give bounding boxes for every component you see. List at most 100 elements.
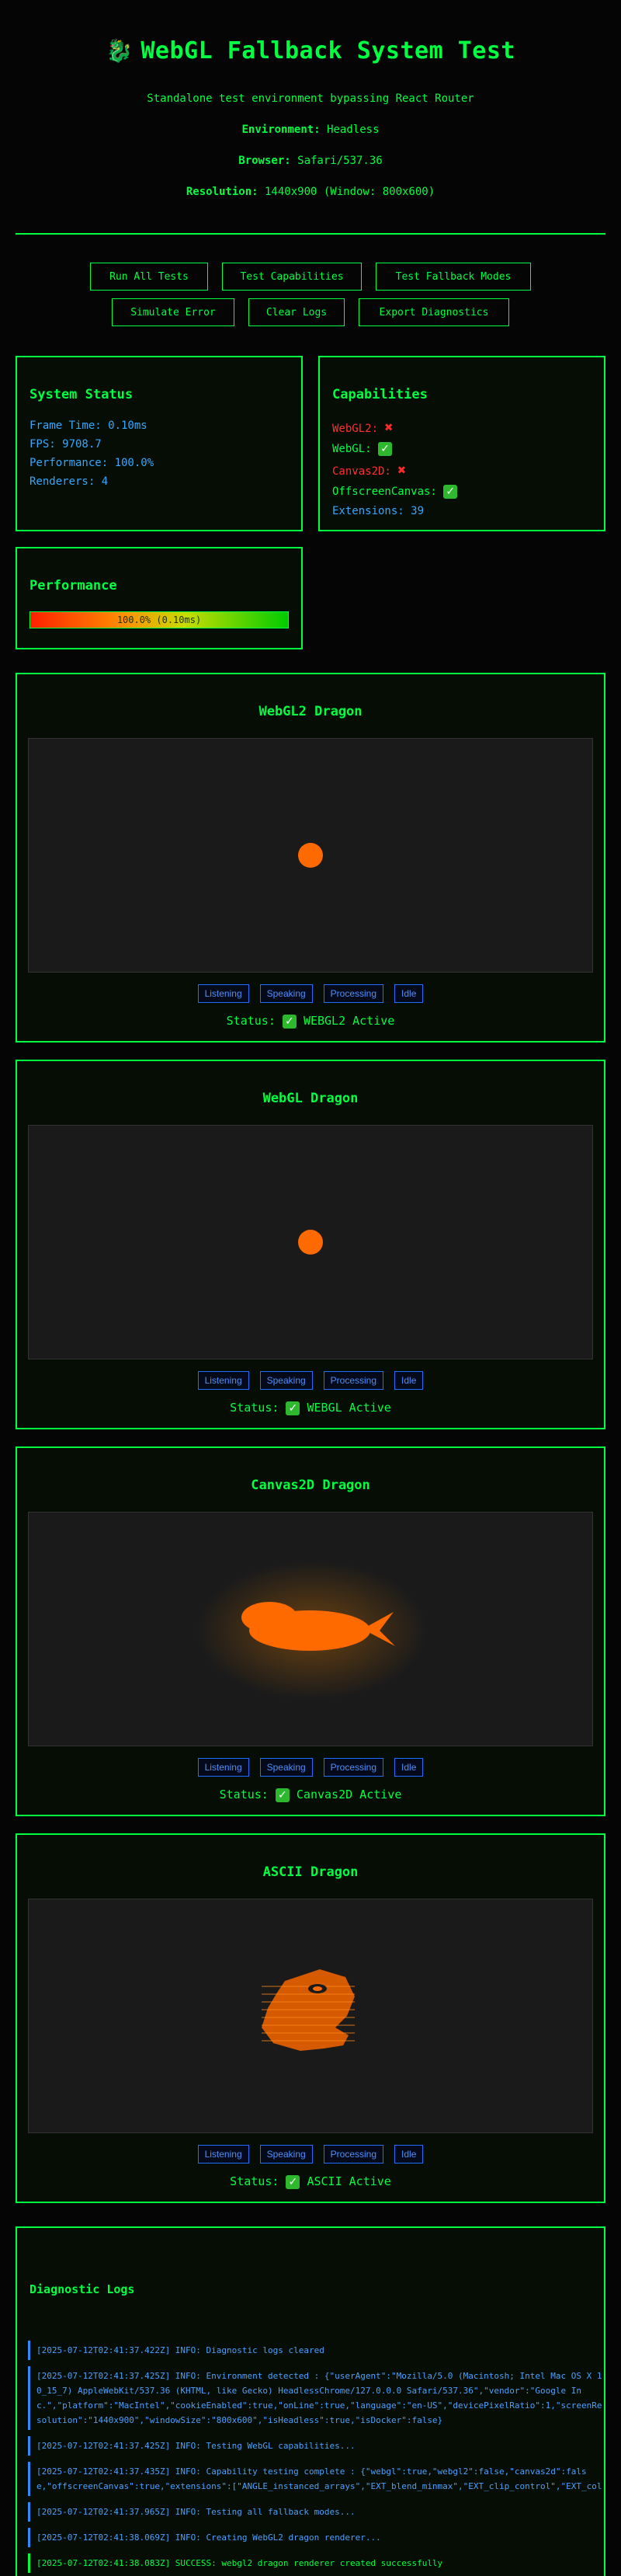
performance-value: Performance: 100.0% — [29, 457, 154, 469]
idle-button[interactable]: Idle — [394, 2145, 424, 2163]
frame-time-value: Frame Time: 0.10ms — [29, 419, 147, 432]
system-status-title: System Status — [29, 387, 134, 402]
status-label: Status: — [230, 2174, 279, 2188]
dragon-canvas — [28, 1899, 593, 2133]
status-label: Status: — [230, 1401, 279, 1415]
log-entry: [2025-07-12T02:41:37.425Z] INFO: Environ… — [28, 2366, 604, 2430]
cap-offscreen-label: OffscreenCanvas: — [332, 486, 437, 498]
listening-button[interactable]: Listening — [197, 2145, 249, 2163]
dragon-icon: 🐉 — [106, 38, 134, 64]
check-icon: ✓ — [378, 442, 393, 456]
dragon-controls: Listening Speaking Processing Idle — [17, 1371, 604, 1390]
system-status-panel: System Status Frame Time: 0.10ms FPS: 97… — [16, 356, 303, 531]
simulate-error-button[interactable]: Simulate Error — [112, 298, 234, 326]
diagnostic-logs-title: Diagnostic Logs — [29, 2282, 135, 2296]
cross-icon: ✖ — [384, 419, 394, 436]
environment-label: Environment: — [241, 124, 321, 136]
dragon-orb — [298, 1230, 323, 1255]
dragon-head — [241, 1602, 297, 1633]
dragon-section-ascii: ASCII Dragon Listening Speaking Processi… — [16, 1833, 605, 2203]
processing-button[interactable]: Processing — [323, 984, 384, 1003]
dragon-canvas — [28, 1512, 593, 1746]
performance-panel: Performance 100.0% (0.10ms) — [16, 547, 303, 649]
cap-webgl: WebGL: ✓ — [332, 442, 592, 456]
page-title-text: WebGL Fallback System Test — [141, 37, 515, 64]
log-entry: [2025-07-12T02:41:37.965Z] INFO: Testing… — [28, 2502, 604, 2522]
dragon-status: Status: ✓ WEBGL Active — [17, 1401, 604, 1415]
diagnostic-logs-panel[interactable]: Diagnostic Logs [2025-07-12T02:41:37.422… — [16, 2226, 605, 2576]
environment-value: Headless — [327, 124, 380, 136]
header-divider — [16, 233, 605, 235]
processing-button[interactable]: Processing — [323, 1371, 384, 1390]
log-entry: [2025-07-12T02:41:37.435Z] INFO: Capabil… — [28, 2462, 604, 2496]
toolbar-row-1: Run All Tests Test Capabilities Test Fal… — [0, 263, 621, 291]
dragon-title: WebGL Dragon — [262, 1091, 359, 1106]
status-value: WEBGL2 Active — [303, 1014, 395, 1028]
listening-button[interactable]: Listening — [197, 984, 249, 1003]
dragon-controls: Listening Speaking Processing Idle — [17, 984, 604, 1003]
capabilities-panel: Capabilities WebGL2: ✖ WebGL: ✓ Canvas2D… — [318, 356, 605, 531]
page-header: 🐉 WebGL Fallback System Test Standalone t… — [0, 0, 621, 198]
dragon-section-canvas2d: Canvas2D Dragon Listening Speaking Proce… — [16, 1446, 605, 1816]
status-value: WEBGL Active — [307, 1401, 391, 1415]
clear-logs-button[interactable]: Clear Logs — [248, 298, 345, 326]
toolbar-row-2: Simulate Error Clear Logs Export Diagnos… — [0, 298, 621, 326]
test-capabilities-button[interactable]: Test Capabilities — [222, 263, 362, 291]
speaking-button[interactable]: Speaking — [259, 1758, 313, 1777]
dragon-title: Canvas2D Dragon — [251, 1478, 370, 1493]
ascii-dragon-drawing — [262, 1969, 355, 2051]
fps-value: FPS: 9708.7 — [29, 438, 102, 451]
resolution-line: Resolution: 1440x900 (Window: 800x600) — [0, 186, 621, 198]
check-icon: ✓ — [275, 1788, 290, 1802]
resolution-label: Resolution: — [186, 186, 258, 198]
status-label: Status: — [226, 1014, 276, 1028]
capabilities-title: Capabilities — [332, 387, 428, 402]
speaking-button[interactable]: Speaking — [259, 1371, 313, 1390]
dragon-orb — [298, 843, 323, 868]
cap-webgl2-label: WebGL2: — [332, 423, 379, 435]
performance-bar: 100.0% (0.10ms) — [29, 611, 289, 628]
idle-button[interactable]: Idle — [394, 1371, 424, 1390]
dragon-section-webgl: WebGL Dragon Listening Speaking Processi… — [16, 1060, 605, 1429]
log-entry: [2025-07-12T02:41:37.422Z] INFO: Diagnos… — [28, 2341, 604, 2360]
run-all-tests-button[interactable]: Run All Tests — [90, 263, 208, 291]
speaking-button[interactable]: Speaking — [259, 984, 313, 1003]
browser-label: Browser: — [238, 155, 291, 167]
check-icon: ✓ — [443, 485, 458, 499]
processing-button[interactable]: Processing — [323, 2145, 384, 2163]
test-fallback-modes-button[interactable]: Test Fallback Modes — [376, 263, 531, 291]
log-entry-text: [2025-07-12T02:41:37.425Z] INFO: Environ… — [36, 2371, 602, 2425]
dragon-status: Status: ✓ WEBGL2 Active — [17, 1014, 604, 1029]
dragon-title: WebGL2 Dragon — [258, 704, 363, 719]
environment-line: Environment: Headless — [0, 124, 621, 136]
dragon-status: Status: ✓ ASCII Active — [17, 2174, 604, 2189]
status-value: ASCII Active — [307, 2174, 391, 2188]
log-entry: [2025-07-12T02:41:38.069Z] INFO: Creatin… — [28, 2528, 604, 2547]
cap-canvas2d: Canvas2D: ✖ — [332, 462, 592, 479]
check-icon: ✓ — [286, 2175, 300, 2189]
processing-button[interactable]: Processing — [323, 1758, 384, 1777]
export-diagnostics-button[interactable]: Export Diagnostics — [359, 298, 509, 326]
log-entry: [2025-07-12T02:41:37.425Z] INFO: Testing… — [28, 2436, 604, 2456]
dragon-controls: Listening Speaking Processing Idle — [17, 1758, 604, 1777]
dragon-status: Status: ✓ Canvas2D Active — [17, 1788, 604, 1802]
idle-button[interactable]: Idle — [394, 984, 424, 1003]
resolution-value: 1440x900 (Window: 800x600) — [265, 186, 435, 198]
idle-button[interactable]: Idle — [394, 1758, 424, 1777]
dragon-canvas — [28, 738, 593, 973]
listening-button[interactable]: Listening — [197, 1371, 249, 1390]
dragon-pupil — [313, 1986, 322, 1991]
log-entry-text: [2025-07-12T02:41:37.435Z] INFO: Capabil… — [36, 2466, 602, 2491]
listening-button[interactable]: Listening — [197, 1758, 249, 1777]
cap-webgl-label: WebGL: — [332, 443, 372, 455]
status-value: Canvas2D Active — [296, 1788, 402, 1801]
cap-offscreen: OffscreenCanvas: ✓ — [332, 485, 592, 499]
log-list[interactable]: [2025-07-12T02:41:37.422Z] INFO: Diagnos… — [28, 2341, 604, 2576]
dragon-controls: Listening Speaking Processing Idle — [17, 2145, 604, 2163]
speaking-button[interactable]: Speaking — [259, 2145, 313, 2163]
page-subtitle: Standalone test environment bypassing Re… — [147, 92, 474, 105]
log-entry: [2025-07-12T02:41:38.083Z] SUCCESS: webg… — [28, 2553, 604, 2573]
browser-line: Browser: Safari/537.36 — [0, 155, 621, 167]
cap-canvas2d-label: Canvas2D: — [332, 465, 391, 478]
performance-title: Performance — [29, 578, 117, 594]
